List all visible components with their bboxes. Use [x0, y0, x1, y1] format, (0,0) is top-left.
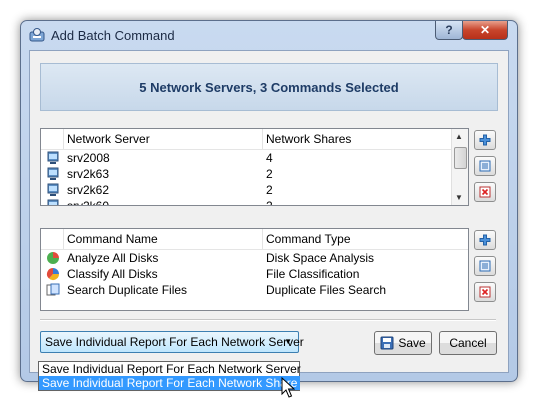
command-name: Classify All Disks — [67, 267, 158, 281]
help-icon: ? — [445, 23, 453, 37]
selection-summary: 5 Network Servers, 3 Commands Selected — [40, 63, 498, 111]
add-command-button[interactable] — [474, 230, 496, 250]
report-option-server[interactable]: Save Individual Report For Each Network … — [39, 362, 301, 376]
column-divider — [262, 229, 263, 249]
column-header-network-shares[interactable]: Network Shares — [266, 132, 351, 146]
scroll-thumb[interactable] — [454, 147, 467, 169]
save-button[interactable]: Save — [374, 331, 432, 355]
commands-grid[interactable]: Command Name Command Type Analyze All Di… — [40, 228, 469, 311]
share-count: 2 — [266, 167, 273, 181]
edit-icon — [479, 160, 491, 172]
share-count: 2 — [266, 199, 273, 206]
server-icon — [47, 183, 59, 196]
edit-icon — [479, 260, 491, 272]
column-header-command-type[interactable]: Command Type — [266, 232, 351, 246]
analyze-disks-icon — [47, 252, 59, 264]
table-row[interactable]: Analyze All Disks Disk Space Analysis — [41, 250, 468, 266]
title-bar[interactable]: Add Batch Command ? ✕ — [21, 21, 517, 49]
table-row[interactable]: srv2k63 2 — [41, 166, 468, 182]
server-name: srv2k60 — [67, 199, 110, 206]
edit-command-button[interactable] — [474, 256, 496, 276]
add-batch-command-window: Add Batch Command ? ✕ 5 Network Servers,… — [20, 20, 518, 382]
report-mode-combobox[interactable]: Save Individual Report For Each Network … — [40, 331, 304, 353]
server-name: srv2k62 — [67, 183, 110, 197]
server-name: srv2008 — [67, 151, 110, 165]
share-count: 2 — [266, 183, 273, 197]
command-name: Analyze All Disks — [67, 251, 159, 265]
cancel-label: Cancel — [449, 336, 487, 350]
column-header-command-name[interactable]: Command Name — [67, 232, 158, 246]
add-icon — [479, 234, 491, 246]
delete-server-button[interactable] — [474, 182, 496, 202]
table-row[interactable]: Search Duplicate Files Duplicate Files S… — [41, 282, 468, 298]
network-servers-grid[interactable]: Network Server Network Shares srv2008 4 … — [40, 128, 469, 206]
dialog-body: 5 Network Servers, 3 Commands Selected N… — [29, 50, 509, 373]
help-button[interactable]: ? — [435, 21, 463, 40]
save-icon — [380, 336, 394, 350]
table-row[interactable]: srv2008 4 — [41, 150, 468, 166]
command-type: Duplicate Files Search — [266, 283, 387, 297]
report-mode-dropdown[interactable]: Save Individual Report For Each Network … — [38, 361, 301, 391]
delete-icon — [479, 186, 491, 198]
command-type: Disk Space Analysis — [266, 251, 375, 265]
scroll-down-icon[interactable]: ▼ — [455, 193, 463, 202]
batch-command-icon — [29, 28, 45, 42]
mouse-cursor-icon — [281, 377, 295, 398]
chevron-down-icon: ▼ — [284, 337, 292, 346]
table-row[interactable]: srv2k62 2 — [41, 182, 468, 198]
edit-server-button[interactable] — [474, 156, 496, 176]
command-name: Search Duplicate Files — [67, 283, 188, 297]
share-count: 4 — [266, 151, 273, 165]
server-icon — [47, 167, 59, 180]
window-title: Add Batch Command — [51, 28, 175, 43]
divider — [40, 319, 496, 321]
cancel-button[interactable]: Cancel — [439, 331, 497, 355]
grid-header: Network Server Network Shares — [41, 129, 468, 150]
table-row[interactable]: Classify All Disks File Classification — [41, 266, 468, 282]
vertical-scrollbar[interactable]: ▲ ▼ — [451, 129, 468, 205]
close-button[interactable]: ✕ — [462, 21, 508, 40]
column-divider — [63, 229, 64, 249]
column-divider — [63, 129, 64, 149]
column-header-network-server[interactable]: Network Server — [67, 132, 150, 146]
delete-icon — [479, 286, 491, 298]
table-row[interactable]: srv2k60 2 — [41, 198, 468, 206]
server-name: srv2k63 — [67, 167, 110, 181]
report-mode-selected: Save Individual Report For Each Network … — [45, 335, 304, 349]
server-icon — [47, 151, 59, 164]
close-icon: ✕ — [479, 23, 491, 37]
scroll-up-icon[interactable]: ▲ — [455, 132, 463, 141]
command-type: File Classification — [266, 267, 360, 281]
report-option-share[interactable]: Save Individual Report For Each Network … — [39, 376, 300, 390]
grid-header: Command Name Command Type — [41, 229, 468, 250]
column-divider — [262, 129, 263, 149]
add-server-button[interactable] — [474, 130, 496, 150]
server-icon — [47, 199, 59, 205]
save-label: Save — [398, 336, 426, 350]
add-icon — [479, 134, 491, 146]
duplicate-files-icon — [46, 283, 60, 296]
classify-disks-icon — [46, 267, 60, 281]
delete-command-button[interactable] — [474, 282, 496, 302]
